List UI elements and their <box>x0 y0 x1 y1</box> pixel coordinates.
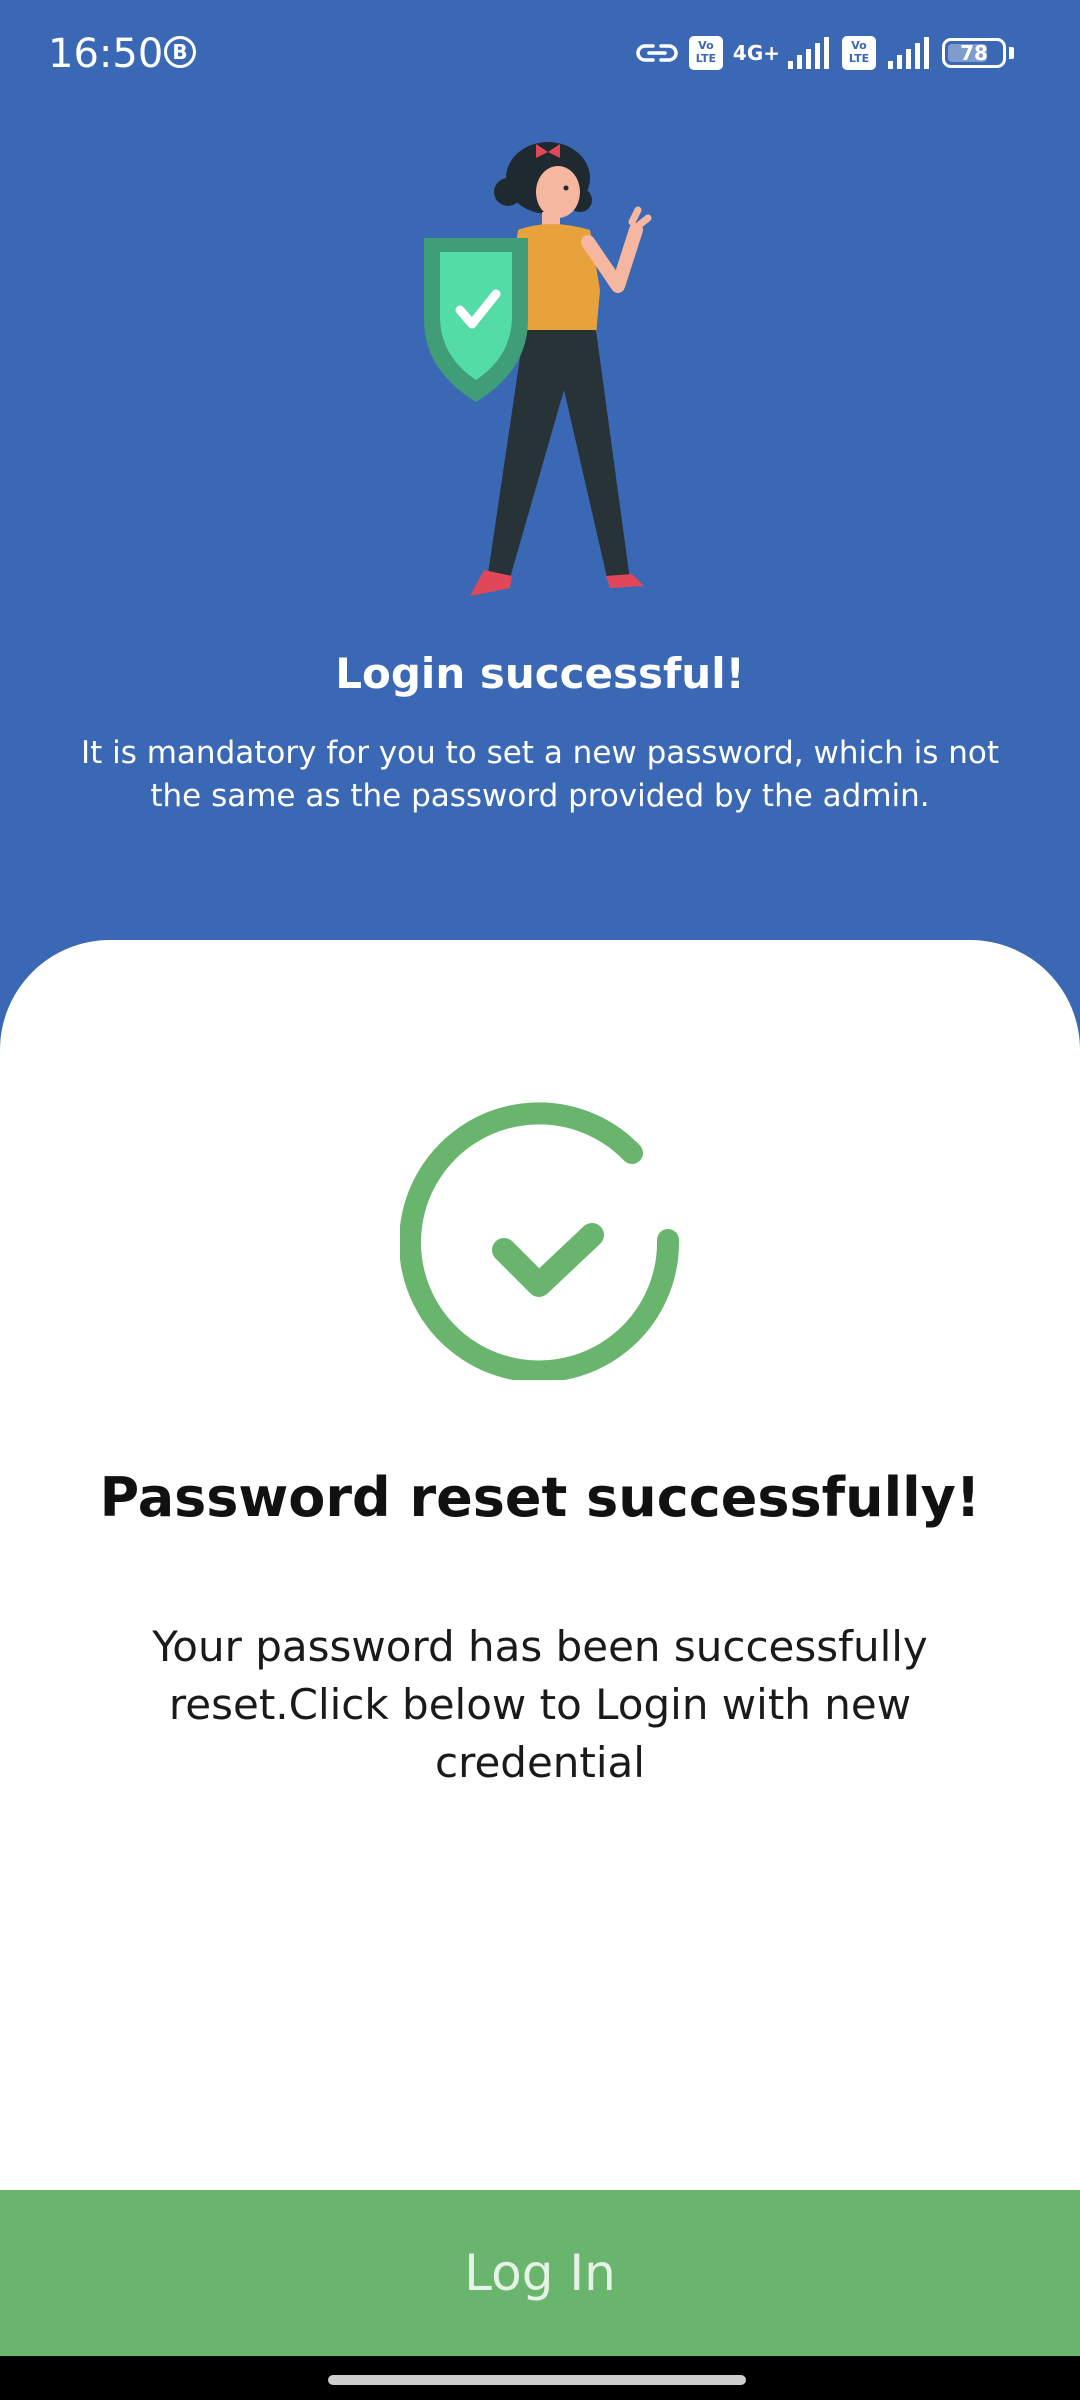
network-type-label: 4G+ <box>732 41 780 65</box>
link-icon <box>636 44 678 62</box>
volte-icon-2: Vo LTE <box>842 36 876 70</box>
password-reset-success-screen: 16:50 B Vo LTE 4G+ Vo LTE 78 Login succe… <box>0 0 1080 2400</box>
battery-level: 78 <box>960 41 988 65</box>
login-success-title: Login successful! <box>335 649 745 698</box>
home-indicator[interactable] <box>328 2375 746 2385</box>
status-icons: Vo LTE 4G+ Vo LTE 78 <box>635 32 1014 74</box>
navigation-bar <box>0 2356 1080 2400</box>
battery-tip <box>1009 47 1014 59</box>
woman-with-shield-illustration <box>424 142 652 596</box>
check-circle-icon <box>400 1102 680 1380</box>
volte-icon: Vo LTE <box>688 36 723 70</box>
b-notification-icon: B <box>164 36 196 68</box>
status-time: 16:50 <box>48 31 164 77</box>
login-success-subtitle: It is mandatory for you to set a new pas… <box>80 735 1000 814</box>
login-button[interactable]: Log In <box>0 2190 1080 2356</box>
password-reset-title: Password reset successfully! <box>99 1466 981 1529</box>
signal-strength-icon <box>788 37 829 69</box>
signal-strength-icon-2 <box>888 37 929 69</box>
password-reset-message: Your password has been successfully rese… <box>152 1622 928 1787</box>
status-bar: 16:50 B Vo LTE 4G+ Vo LTE 78 <box>0 0 1080 108</box>
battery-icon: 78 <box>942 38 1006 68</box>
